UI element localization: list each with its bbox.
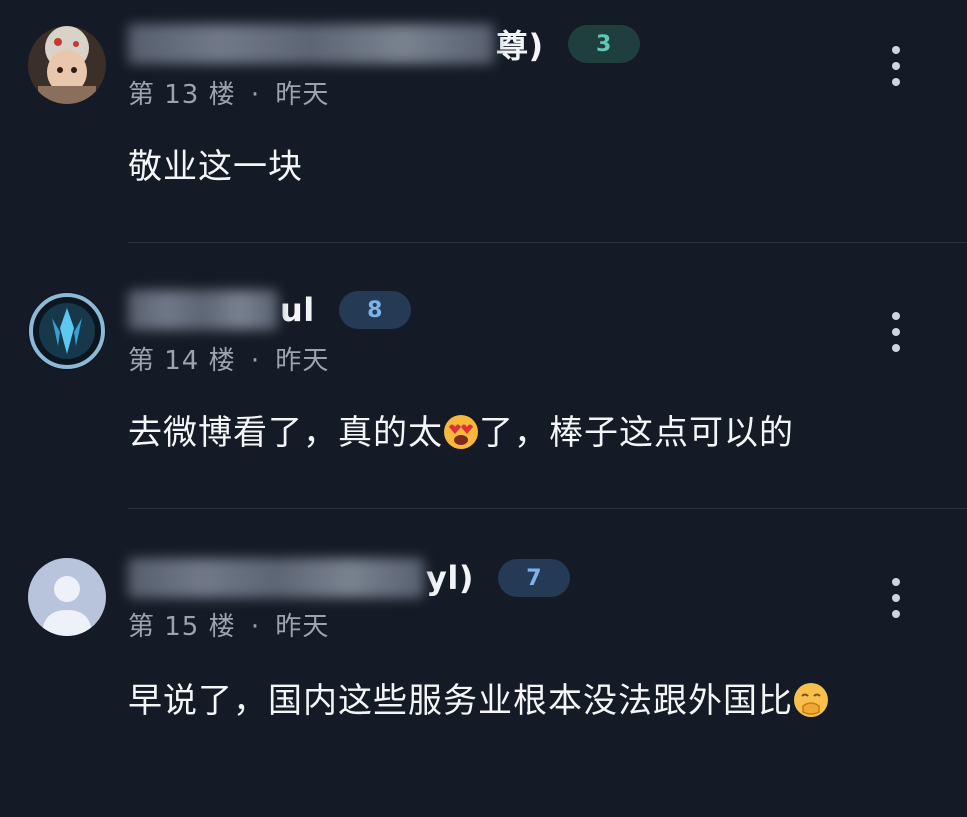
comment-meta: 第 14 楼 · 昨天 (128, 340, 329, 377)
floor-number: 第 14 楼 (128, 346, 236, 376)
comment-text: 敬业这一块 (128, 147, 303, 187)
username-tail[interactable]: 尊) (496, 21, 544, 67)
separator: · (250, 346, 261, 376)
username-blurred[interactable] (128, 24, 494, 64)
comment-text: 早说了，国内这些服务业根本没法跟外国比 (128, 670, 908, 732)
separator: · (250, 80, 261, 110)
comment-text: 去微博看了，真的太 了，棒子这点可以的 (128, 413, 794, 453)
level-badge: 8 (338, 291, 411, 329)
floor-number: 第 13 楼 (128, 80, 236, 110)
heart-eyes-emoji (444, 415, 478, 449)
username-tail[interactable]: yl) (426, 559, 474, 597)
timestamp: 昨天 (275, 346, 330, 376)
username-blurred[interactable] (128, 290, 278, 330)
avatar[interactable] (28, 292, 106, 370)
timestamp: 昨天 (275, 612, 330, 642)
more-options-icon[interactable] (888, 46, 904, 86)
divider (128, 508, 967, 509)
username-tail[interactable]: ul (280, 291, 315, 329)
level-badge: 7 (497, 559, 570, 597)
divider (128, 242, 967, 243)
hand-over-mouth-emoji (794, 683, 828, 717)
avatar[interactable] (28, 558, 106, 636)
comment-meta: 第 15 楼 · 昨天 (128, 606, 329, 643)
floor-number: 第 15 楼 (128, 612, 236, 642)
more-options-icon[interactable] (888, 312, 904, 352)
timestamp: 昨天 (275, 80, 330, 110)
username-blurred[interactable] (128, 558, 424, 598)
separator: · (250, 612, 261, 642)
level-badge: 3 (567, 25, 640, 63)
avatar[interactable] (28, 26, 106, 104)
comment-meta: 第 13 楼 · 昨天 (128, 74, 329, 111)
more-options-icon[interactable] (888, 578, 904, 618)
